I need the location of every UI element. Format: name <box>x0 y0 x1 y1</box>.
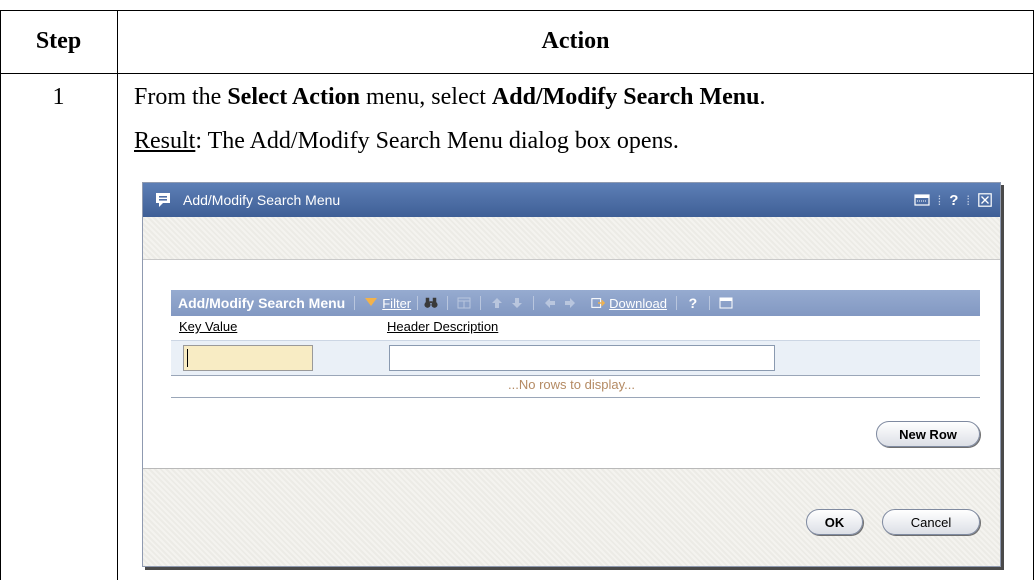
toolbar-separator <box>417 296 419 310</box>
filter-button[interactable]: Filter <box>364 296 411 311</box>
column-header-key-value[interactable]: Key Value <box>179 319 237 334</box>
dialog-title: Add/Modify Search Menu <box>183 192 341 208</box>
toolbar-separator <box>675 296 677 310</box>
menu-name: Select Action <box>227 84 360 110</box>
instruction-suffix: . <box>759 84 766 110</box>
arrow-right-icon[interactable] <box>563 296 577 310</box>
table-header-divider <box>0 73 1034 74</box>
close-icon[interactable] <box>978 193 992 207</box>
instruction-text: From the Select Action menu, select Add/… <box>134 84 766 111</box>
arrow-up-icon[interactable] <box>490 296 504 310</box>
toolbar-separator <box>447 296 449 310</box>
download-button[interactable]: Download <box>591 296 667 311</box>
key-value-input[interactable] <box>183 345 313 371</box>
column-header-header-description[interactable]: Header Description <box>387 319 498 334</box>
column-header-action: Action <box>541 28 610 54</box>
instruction-prefix: From the <box>134 84 228 110</box>
toolbar-separator <box>708 296 710 310</box>
new-row-button[interactable]: New Row <box>876 421 980 447</box>
toolbar-separator <box>480 296 482 310</box>
filter-icon <box>364 296 378 310</box>
table-row <box>171 340 980 376</box>
dialog-header-area <box>143 217 1000 259</box>
download-link[interactable]: Download <box>609 296 667 311</box>
titlebar-controls: ⁞ ? ⁞ <box>913 190 992 210</box>
step-number: 1 <box>52 84 65 110</box>
window-icon[interactable] <box>719 296 733 310</box>
dialog-icon <box>154 191 172 209</box>
arrow-down-icon[interactable] <box>510 296 524 310</box>
filter-link[interactable]: Filter <box>382 296 411 311</box>
columns-icon[interactable] <box>457 296 471 310</box>
table-column-divider <box>117 10 118 580</box>
binoculars-icon[interactable] <box>424 296 438 310</box>
titlebar-separator: ⁞ <box>937 192 942 208</box>
toolbar-separator <box>354 296 356 310</box>
result-description: : The Add/Modify Search Menu dialog box … <box>195 128 679 154</box>
grid-column-headers: Key Value Header Description <box>171 317 980 337</box>
no-rows-message: ...No rows to display... <box>508 377 635 392</box>
arrow-left-icon[interactable] <box>543 296 557 310</box>
help-icon[interactable]: ? <box>949 192 958 209</box>
result-text: Result: The Add/Modify Search Menu dialo… <box>134 128 679 155</box>
download-icon <box>591 296 606 310</box>
grid-toolbar: Add/Modify Search Menu Filter Download ? <box>171 290 980 316</box>
instruction-middle: menu, select <box>359 84 492 110</box>
window-icon[interactable] <box>913 193 930 207</box>
header-description-input[interactable] <box>389 345 775 371</box>
dialog-content: Add/Modify Search Menu Filter Download ?… <box>143 259 1000 469</box>
column-header-step: Step <box>35 28 82 54</box>
result-label: Result <box>134 128 196 154</box>
dialog-footer: OK Cancel <box>143 468 1000 566</box>
dialog-titlebar: Add/Modify Search Menu ⁞ ? ⁞ <box>143 183 1000 218</box>
text-cursor <box>187 349 188 367</box>
table-border-right <box>1033 10 1034 580</box>
ok-button[interactable]: OK <box>806 509 863 535</box>
titlebar-separator: ⁞ <box>966 192 970 208</box>
toolbar-separator <box>533 296 535 310</box>
grid-bottom-divider <box>171 397 980 398</box>
help-icon[interactable]: ? <box>686 295 700 311</box>
grid-title: Add/Modify Search Menu <box>178 295 346 311</box>
menu-item-name: Add/Modify Search Menu <box>491 84 760 110</box>
cancel-button[interactable]: Cancel <box>882 509 980 535</box>
add-modify-search-menu-dialog: Add/Modify Search Menu ⁞ ? ⁞ Add/Modify … <box>142 182 1001 567</box>
